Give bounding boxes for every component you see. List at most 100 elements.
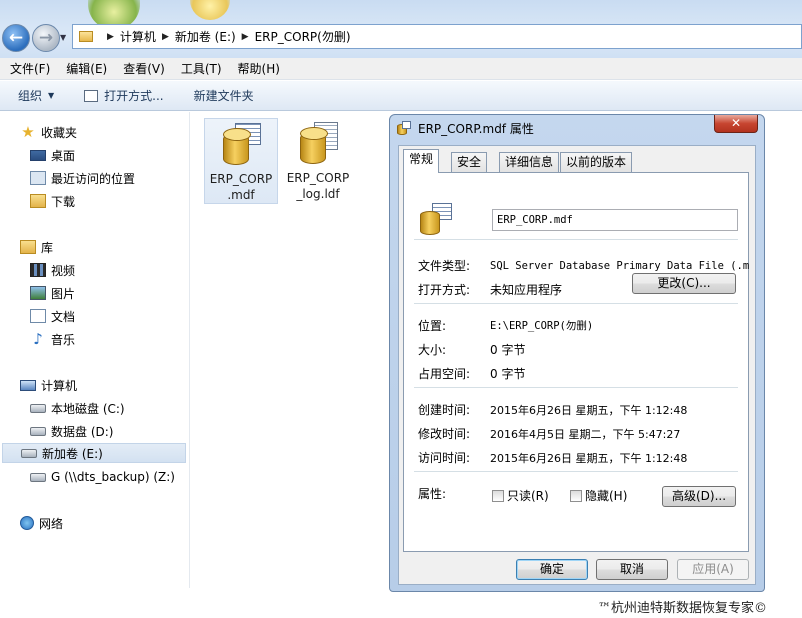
music-icon: ♪: [33, 330, 43, 348]
nav-documents[interactable]: 文档: [30, 306, 75, 326]
forward-button[interactable]: →: [32, 24, 60, 52]
nav-pictures-label: 图片: [51, 286, 76, 301]
breadcrumb-drive[interactable]: 新加卷 (E:): [175, 28, 236, 45]
nav-drive-c[interactable]: 本地磁盘 (C:): [30, 398, 125, 418]
ok-button[interactable]: 确定: [516, 559, 588, 580]
attributes-label: 属性:: [418, 487, 447, 501]
address-path[interactable]: ▶ 计算机 ▶ 新加卷 (E:) ▶ ERP_CORP(勿删): [72, 24, 802, 49]
dialog-title: ERP_CORP.mdf 属性: [418, 122, 534, 136]
menu-tools[interactable]: 工具(T): [181, 60, 222, 77]
database-icon: [221, 123, 261, 167]
file-item-ldf[interactable]: ERP_CORP _log.ldf: [281, 118, 355, 204]
file-item-mdf[interactable]: ERP_CORP .mdf: [204, 118, 278, 204]
chevron-right-icon[interactable]: ▶: [107, 32, 114, 42]
readonly-checkbox[interactable]: 只读(R): [492, 487, 549, 504]
file-name-line1: ERP_CORP: [209, 172, 273, 186]
menu-bar: 文件(F) 编辑(E) 查看(V) 工具(T) 帮助(H): [0, 58, 802, 80]
cancel-button[interactable]: 取消: [596, 559, 668, 580]
nav-music[interactable]: ♪ 音乐: [30, 329, 75, 349]
disksize-row: 占用空间: 0 字节: [418, 365, 525, 382]
menu-edit[interactable]: 编辑(E): [66, 60, 107, 77]
nav-recent-label: 最近访问的位置: [51, 171, 136, 186]
desktop-icon: [30, 149, 46, 161]
database-icon: [420, 203, 452, 237]
modified-value: 2016年4月5日 星期二，下午 5:47:27: [490, 427, 681, 441]
separator: [414, 303, 738, 304]
breadcrumb-folder[interactable]: ERP_CORP(勿删): [255, 28, 351, 45]
menu-file[interactable]: 文件(F): [10, 60, 50, 77]
nav-drive-e-label: 新加卷 (E:): [42, 446, 103, 461]
nav-desktop[interactable]: 桌面: [30, 145, 75, 165]
hard-drive-icon: [30, 403, 46, 413]
filename-field[interactable]: ERP_CORP.mdf: [492, 209, 738, 231]
database-log-icon: [298, 122, 338, 166]
apply-button[interactable]: 应用(A): [677, 559, 749, 580]
nav-drive-z-label: G (\\dts_backup) (Z:): [51, 470, 175, 484]
document-icon: [30, 309, 46, 323]
accessed-label: 访问时间:: [418, 451, 471, 465]
open-with-label: 打开方式...: [104, 89, 164, 103]
menu-view[interactable]: 查看(V): [123, 60, 165, 77]
chevron-right-icon[interactable]: ▶: [162, 32, 169, 42]
size-row: 大小: 0 字节: [418, 341, 525, 358]
nav-videos[interactable]: 视频: [30, 260, 75, 280]
history-dropdown-icon[interactable]: ▼: [60, 33, 66, 42]
nav-drive-z[interactable]: G (\\dts_backup) (Z:): [30, 467, 175, 487]
navigation-pane: ★ 收藏夹 桌面 最近访问的位置 下载 库 视频 图片 文档 ♪ 音乐 计算机 …: [0, 112, 190, 588]
advanced-button[interactable]: 高级(D)...: [662, 486, 736, 507]
nav-computer[interactable]: 计算机: [20, 375, 77, 395]
computer-icon: [20, 379, 36, 391]
chevron-right-icon[interactable]: ▶: [242, 32, 249, 42]
nav-pictures[interactable]: 图片: [30, 283, 75, 303]
tab-previous-versions[interactable]: 以前的版本: [560, 152, 633, 172]
nav-drive-d[interactable]: 数据盘 (D:): [30, 421, 113, 441]
nav-computer-label: 计算机: [41, 378, 78, 393]
close-button[interactable]: ✕: [714, 115, 758, 133]
address-bar: ← → ▼ ▶ 计算机 ▶ 新加卷 (E:) ▶ ERP_CORP(勿删): [0, 0, 802, 58]
back-button[interactable]: ←: [2, 24, 30, 52]
nav-videos-label: 视频: [51, 263, 76, 278]
nav-favorites-label: 收藏夹: [41, 125, 78, 140]
openwith-value: 未知应用程序: [490, 283, 563, 297]
nav-downloads[interactable]: 下载: [30, 191, 75, 211]
tab-security[interactable]: 安全: [451, 152, 488, 172]
command-bar: 组织 ▼ 打开方式... 新建文件夹: [0, 81, 802, 111]
separator: [414, 387, 738, 388]
nav-network[interactable]: 网络: [20, 513, 63, 533]
nav-libraries[interactable]: 库: [20, 237, 53, 257]
tab-general[interactable]: 常规: [403, 149, 440, 173]
menu-help[interactable]: 帮助(H): [238, 60, 280, 77]
modified-label: 修改时间:: [418, 427, 471, 441]
type-value: SQL Server Database Primary Data File (.…: [490, 259, 750, 272]
readonly-label: 只读(R): [507, 489, 549, 503]
new-folder-button[interactable]: 新建文件夹: [194, 87, 254, 104]
hidden-label: 隐藏(H): [585, 489, 628, 503]
nav-drive-c-label: 本地磁盘 (C:): [51, 401, 125, 416]
file-name-line2: .mdf: [227, 188, 255, 202]
organize-button[interactable]: 组织 ▼: [18, 87, 54, 104]
nav-drive-e[interactable]: 新加卷 (E:): [2, 443, 186, 463]
open-with-button[interactable]: 打开方式...: [84, 87, 164, 104]
checkbox-icon[interactable]: [570, 489, 582, 502]
size-label: 大小:: [418, 343, 447, 357]
change-button[interactable]: 更改(C)...: [632, 273, 736, 294]
breadcrumb-computer[interactable]: 计算机: [120, 28, 156, 45]
created-value: 2015年6月26日 星期五，下午 1:12:48: [490, 403, 688, 417]
nav-recent[interactable]: 最近访问的位置: [30, 168, 135, 188]
type-label: 文件类型:: [418, 259, 471, 273]
attributes-row: 属性:: [418, 485, 490, 502]
library-icon: [20, 240, 36, 254]
database-icon: [397, 121, 411, 135]
tab-details[interactable]: 详细信息: [499, 152, 560, 172]
hidden-checkbox[interactable]: 隐藏(H): [570, 487, 627, 504]
disksize-label: 占用空间:: [418, 367, 471, 381]
nav-downloads-label: 下载: [51, 194, 76, 209]
network-icon: [20, 516, 34, 530]
location-label: 位置:: [418, 319, 447, 333]
folder-icon: [79, 31, 93, 42]
nav-music-label: 音乐: [51, 332, 76, 347]
nav-desktop-label: 桌面: [51, 148, 76, 163]
nav-favorites[interactable]: ★ 收藏夹: [20, 122, 77, 142]
checkbox-icon[interactable]: [492, 489, 504, 502]
nav-libraries-label: 库: [41, 240, 54, 255]
